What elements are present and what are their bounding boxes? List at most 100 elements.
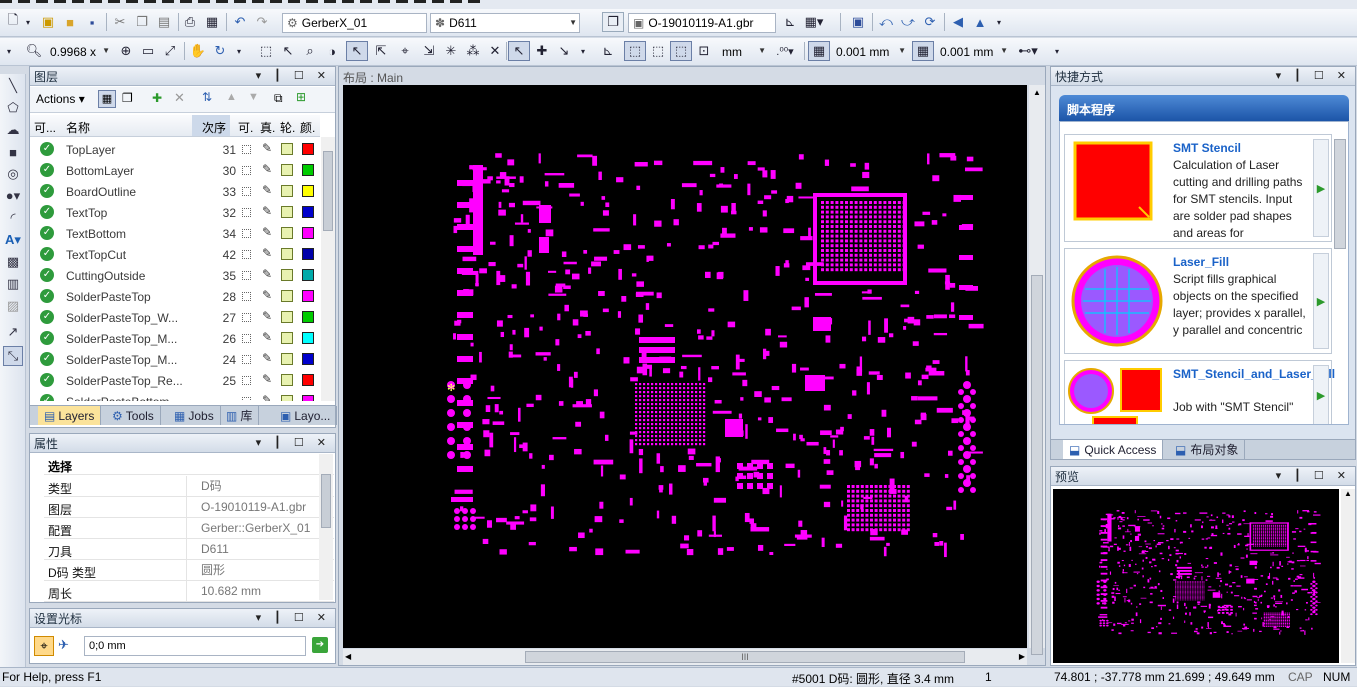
pen-icon[interactable]: ✎ (262, 309, 272, 323)
properties-scrollbar[interactable] (319, 454, 333, 600)
save-icon[interactable]: ▪ (82, 12, 102, 32)
panel-controls[interactable]: ▾ ┃ ☐ ✕ (256, 69, 331, 82)
pen-icon[interactable]: ✎ (262, 162, 272, 176)
bounds-icon[interactable]: ⬚ (624, 41, 646, 61)
cursor-target-icon[interactable]: ⌖ (34, 636, 54, 656)
card-laser-fill[interactable]: Laser_Fill Script fills graphical object… (1064, 248, 1332, 354)
overflow2-icon[interactable]: ▾ (578, 41, 588, 61)
actions-menu[interactable]: Actions ▾ (36, 92, 85, 106)
pen-icon[interactable]: ✎ (262, 204, 272, 218)
pen-icon[interactable]: ✎ (262, 183, 272, 197)
script-group-header[interactable]: 脚本程序 (1059, 95, 1349, 121)
dcode-combo[interactable]: ✽ D611 ▼ (430, 13, 580, 33)
outline-icon[interactable] (281, 164, 293, 176)
paste-icon[interactable]: ▤ (154, 12, 174, 32)
frame-edit-icon[interactable]: ⊡ (694, 41, 714, 61)
frame-select-icon[interactable]: ⬚ (670, 41, 692, 61)
visible-check-icon[interactable]: ✓ (40, 184, 54, 198)
pen-icon[interactable]: ✎ (262, 330, 272, 344)
layer-color-swatch[interactable] (302, 353, 314, 365)
mirror-x-icon[interactable]: ◀ (948, 12, 968, 32)
layer-color-swatch[interactable] (302, 164, 314, 176)
layer-color-swatch[interactable] (302, 311, 314, 323)
ellipse-tool-icon[interactable]: ●▾ (3, 186, 23, 206)
shortcuts-scrollbar[interactable] (1333, 137, 1347, 251)
copy-icon[interactable]: ❐ (132, 12, 152, 32)
layer-color-swatch[interactable] (302, 206, 314, 218)
outline-icon[interactable] (281, 311, 293, 323)
layer-merge-icon[interactable]: ⧉ (274, 91, 283, 106)
undo-icon[interactable]: ↶ (230, 12, 250, 32)
pointer-move-icon[interactable]: ⇱ (370, 41, 392, 61)
tab-layo[interactable]: ▣ Layo... (274, 406, 338, 425)
layer-row[interactable]: ✓ TextTop 32 ✎ (30, 202, 320, 223)
fit-window-icon[interactable]: ▣ (848, 12, 868, 32)
refresh-icon[interactable]: ↻ (210, 41, 230, 61)
image-tool-icon[interactable]: ▨ (3, 296, 23, 316)
visible-check-icon[interactable]: ✓ (40, 247, 54, 261)
rotate-left-icon[interactable]: ⤺ (876, 12, 896, 32)
text-tool-icon[interactable]: A▾ (3, 230, 23, 250)
arrange-icon[interactable]: ▦▾ (802, 12, 826, 32)
layer-color-swatch[interactable] (302, 395, 314, 401)
rotate-free-icon[interactable]: ⟳ (920, 12, 940, 32)
cursor-apply-icon[interactable]: ➔ (312, 637, 328, 653)
col-visible[interactable]: 可... (34, 119, 56, 136)
run-script-icon[interactable]: ▶ (1313, 253, 1329, 349)
cut-icon[interactable]: ✂ (110, 12, 130, 32)
layer-view-icon[interactable]: ▦ (98, 90, 116, 108)
select-icon[interactable]: ⬚ (256, 41, 276, 61)
main-vscroll[interactable]: ▲ (1029, 85, 1045, 655)
pen-icon[interactable]: ✎ (262, 225, 272, 239)
search-icon[interactable]: ⌕ (300, 41, 320, 61)
layer-row[interactable]: ✓ SolderPasteTop_Re... 25 ✎ (30, 370, 320, 391)
layer-visible-box[interactable] (242, 145, 251, 154)
property-row[interactable]: 刀具 D611 (44, 539, 334, 560)
measure-tool-icon[interactable]: ⤡ (3, 346, 23, 366)
overflow3-icon[interactable]: ▾ (1052, 41, 1062, 61)
mirror-y-icon[interactable]: ▲ (970, 12, 990, 32)
pointer-magnify-icon[interactable]: ⌖ (394, 41, 416, 61)
col-name[interactable]: 名称 (66, 119, 90, 136)
zoom-in-icon[interactable]: ⊕ (116, 41, 136, 61)
layer-visible-box[interactable] (242, 397, 251, 401)
card-smt-stencil[interactable]: SMT Stencil Calculation of Laser cutting… (1064, 134, 1332, 242)
pcb-canvas[interactable]: ✻ (343, 85, 1027, 648)
layer-color-swatch[interactable] (302, 227, 314, 239)
pen-icon[interactable]: ✎ (262, 351, 272, 365)
pan-icon[interactable]: ✋ (188, 41, 208, 61)
outline-icon[interactable] (281, 269, 293, 281)
layer-color-swatch[interactable] (302, 143, 314, 155)
grid-options-icon[interactable]: ⊷▾ (1016, 41, 1040, 61)
layer-visible-box[interactable] (242, 229, 251, 238)
layer-row[interactable]: ✓ SolderPasteTop_M... 26 ✎ (30, 328, 320, 349)
outline-icon[interactable] (281, 185, 293, 197)
layer-row[interactable]: ✓ TextTopCut 42 ✎ (30, 244, 320, 265)
layer-visible-box[interactable] (242, 208, 251, 217)
rotate-right-icon[interactable]: ⤻ (898, 12, 918, 32)
outline-icon[interactable] (281, 143, 293, 155)
layer-visible-box[interactable] (242, 166, 251, 175)
visible-check-icon[interactable]: ✓ (40, 289, 54, 303)
pen-icon[interactable]: ✎ (262, 267, 272, 281)
layer-color-swatch[interactable] (302, 269, 314, 281)
layer-new-icon[interactable]: ⊞ (296, 90, 306, 104)
visible-check-icon[interactable]: ✓ (40, 268, 54, 282)
layer-color-swatch[interactable] (302, 332, 314, 344)
print-icon[interactable]: ⎙ (180, 12, 200, 32)
snap-pointer-icon[interactable]: ↖ (508, 41, 530, 61)
precision-icon[interactable]: .⁰⁰▾ (772, 41, 798, 61)
arc-tool-icon[interactable]: ◜ (3, 208, 23, 228)
visible-check-icon[interactable]: ✓ (40, 226, 54, 240)
pointer-rect-icon[interactable]: ⇲ (418, 41, 440, 61)
redo-icon[interactable]: ↷ (252, 12, 272, 32)
tab-layout-objects[interactable]: ⬓ 布局对象 (1169, 440, 1246, 459)
layer-visible-box[interactable] (242, 355, 251, 364)
col-order[interactable]: 次序 (202, 119, 226, 136)
panel-controls[interactable]: ▾ ┃ ☐ ✕ (256, 611, 331, 624)
outline-icon[interactable] (281, 227, 293, 239)
visible-check-icon[interactable]: ✓ (40, 394, 54, 401)
layer-color-swatch[interactable] (302, 185, 314, 197)
frame-icon[interactable]: ⬚ (648, 41, 668, 61)
grid-x-icon[interactable]: ▦ (808, 41, 830, 61)
